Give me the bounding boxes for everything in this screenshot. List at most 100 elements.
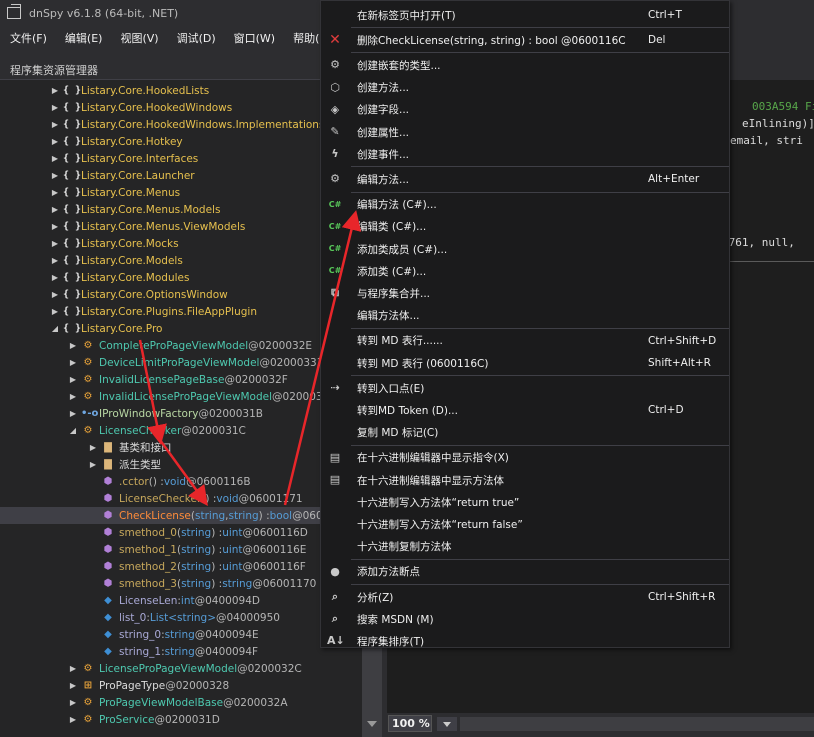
expander-icon[interactable]: ▶: [50, 273, 60, 282]
expander-icon[interactable]: ▶: [50, 120, 60, 129]
context-menu-item[interactable]: 复制 MD 标记(C): [321, 422, 729, 444]
context-menu-item[interactable]: C# 编辑类 (C#)...: [321, 216, 729, 238]
menu-item[interactable]: 窗口(W): [225, 30, 284, 46]
expander-icon[interactable]: ▶: [68, 375, 78, 384]
tree-row[interactable]: ▶{ } Listary.Core.Menus.ViewModels: [0, 218, 362, 235]
menu-item[interactable]: 文件(F): [0, 30, 56, 46]
context-menu-item[interactable]: 转到MD Token (D)... Ctrl+D: [321, 399, 729, 421]
expander-icon[interactable]: ◢: [68, 426, 78, 435]
context-menu-item[interactable]: C# 添加类成员 (C#)...: [321, 238, 729, 260]
tree-row[interactable]: ◆ list_0 : List<string> @04000950: [0, 609, 362, 626]
context-menu-item[interactable]: ⌕ 搜索 MSDN (M): [321, 608, 729, 630]
tree-row[interactable]: ▶ ⚙ ProService @0200031D: [0, 711, 362, 728]
expander-icon[interactable]: ▶: [88, 460, 98, 469]
expander-icon[interactable]: ▶: [68, 358, 78, 367]
expander-icon[interactable]: ▶: [50, 222, 60, 231]
tree-row[interactable]: ▶ ⚙ DeviceLimitProPageViewModel @02000333: [0, 354, 362, 371]
tree-row[interactable]: ▶ ⚙ CompleteProPageViewModel @0200032E: [0, 337, 362, 354]
tree-row[interactable]: ◆ string_1 : string @0400094F: [0, 643, 362, 660]
context-menu-item[interactable]: C# 添加类 (C#)...: [321, 260, 729, 282]
expander-icon[interactable]: ▶: [50, 256, 60, 265]
expander-icon[interactable]: ▶: [68, 392, 78, 401]
tree-row[interactable]: ▶{ } Listary.Core.HookedWindows: [0, 99, 362, 116]
context-menu-item[interactable]: A↓ 程序集排序(T): [321, 630, 729, 652]
context-menu-item[interactable]: ϟ 创建事件...: [321, 143, 729, 165]
tree-row[interactable]: ▶{ } Listary.Core.Launcher: [0, 167, 362, 184]
expander-icon[interactable]: ▶: [68, 698, 78, 707]
expander-icon[interactable]: ▶: [88, 443, 98, 452]
expander-icon[interactable]: ▶: [50, 103, 60, 112]
tree-row[interactable]: ▶{ } Listary.Core.Models: [0, 252, 362, 269]
context-menu-item[interactable]: ● 添加方法断点: [321, 561, 729, 583]
tree-row[interactable]: ▶{ } Listary.Core.Mocks: [0, 235, 362, 252]
expander-icon[interactable]: ▶: [50, 205, 60, 214]
tree-row[interactable]: ▶ ⚙ InvalidLicenseProPageViewModel @020003…: [0, 388, 362, 405]
context-menu-item[interactable]: 在新标签页中打开(T) Ctrl+T: [321, 4, 729, 26]
zoom-dropdown-icon[interactable]: [437, 717, 457, 731]
context-menu-item[interactable]: ✎ 创建属性...: [321, 121, 729, 143]
expander-icon[interactable]: ▶: [50, 188, 60, 197]
tree-row[interactable]: ⬢ smethod_3(string) : string @06001170: [0, 575, 362, 592]
context-menu-item[interactable]: 转到 MD 表行...... Ctrl+Shift+D: [321, 330, 729, 352]
context-menu-item[interactable]: ⇢ 转到入口点(E): [321, 377, 729, 399]
tree-row[interactable]: ▶{ } Listary.Core.Hotkey: [0, 133, 362, 150]
menu-item[interactable]: 视图(V): [111, 30, 167, 46]
context-menu-item[interactable]: ◈ 创建字段...: [321, 99, 729, 121]
context-menu-item[interactable]: ⚙ 创建嵌套的类型...: [321, 54, 729, 76]
tree-row[interactable]: ▶ ⚙ ProPageViewModelBase @0200032A: [0, 694, 362, 711]
zoom-select[interactable]: 100 %: [388, 715, 432, 732]
expander-icon[interactable]: ▶: [68, 409, 78, 418]
context-menu-item[interactable]: 编辑方法体...: [321, 305, 729, 327]
tree-row[interactable]: ⬢ LicenseChecker() : void @06001171: [0, 490, 362, 507]
tree-row[interactable]: ▶{ } Listary.Core.HookedWindows.Implement…: [0, 116, 362, 133]
expander-icon[interactable]: ▶: [50, 86, 60, 95]
tree-row[interactable]: ⬢ CheckLicense(string, string) : bool @06…: [0, 507, 362, 524]
tree-row[interactable]: ◢ ⚙ LicenseChecker @0200031C: [0, 422, 362, 439]
tree-row[interactable]: ⬢ .cctor() : void @0600116B: [0, 473, 362, 490]
context-menu-item[interactable]: 十六进制写入方法体“return true”: [321, 491, 729, 513]
context-menu-item[interactable]: ⧉ 与程序集合并...: [321, 282, 729, 304]
scroll-down-arrow-icon[interactable]: [367, 721, 377, 727]
tree-row[interactable]: ▶{ } Listary.Core.Menus: [0, 184, 362, 201]
expander-icon[interactable]: ▶: [50, 171, 60, 180]
tree-row[interactable]: ▶ ⚙ LicenseProPageViewModel @0200032C: [0, 660, 362, 677]
expander-icon[interactable]: ▶: [68, 715, 78, 724]
context-menu-item[interactable]: 十六进制写入方法体“return false”: [321, 513, 729, 535]
expander-icon[interactable]: ▶: [68, 681, 78, 690]
tree-row[interactable]: ⬢ smethod_0(string) : uint @0600116D: [0, 524, 362, 541]
tree-row[interactable]: ▶ •-o IProWindowFactory @0200031B: [0, 405, 362, 422]
menu-item[interactable]: 调试(D): [168, 30, 225, 46]
tree-row[interactable]: ▶{ } Listary.Core.Menus.Models: [0, 201, 362, 218]
tree-row[interactable]: ⬢ smethod_1(string) : uint @0600116E: [0, 541, 362, 558]
tree-row[interactable]: ▶ ▇ 派生类型: [0, 456, 362, 473]
tree-row[interactable]: ▶{ } Listary.Core.HookedLists: [0, 82, 362, 99]
expander-icon[interactable]: ▶: [50, 307, 60, 316]
expander-icon[interactable]: ▶: [50, 239, 60, 248]
context-menu-item[interactable]: ⌕ 分析(Z) Ctrl+Shift+R: [321, 586, 729, 608]
expander-icon[interactable]: ▶: [50, 290, 60, 299]
tree-row[interactable]: ▶{ } Listary.Core.Plugins.FileAppPlugin: [0, 303, 362, 320]
tree-row[interactable]: ⬢ smethod_2(string) : uint @0600116F: [0, 558, 362, 575]
menu-item[interactable]: 编辑(E): [56, 30, 112, 46]
expander-icon[interactable]: ◢: [50, 324, 60, 333]
context-menu-item[interactable]: ✕ 删除CheckLicense(string, string) : bool @…: [321, 29, 729, 51]
context-menu-item[interactable]: 十六进制复制方法体: [321, 536, 729, 558]
context-menu-item[interactable]: C# 编辑方法 (C#)...: [321, 194, 729, 216]
context-menu-item[interactable]: ▤ 在十六进制编辑器中显示指令(X): [321, 447, 729, 469]
expander-icon[interactable]: ▶: [68, 664, 78, 673]
context-menu-item[interactable]: ⬡ 创建方法...: [321, 77, 729, 99]
context-menu-item[interactable]: ▤ 在十六进制编辑器中显示方法体: [321, 469, 729, 491]
tree-row[interactable]: ▶ ▇ 基类和接口: [0, 439, 362, 456]
expander-icon[interactable]: ▶: [50, 154, 60, 163]
tree-row[interactable]: ◢{ } Listary.Core.Pro: [0, 320, 362, 337]
tree-row[interactable]: ▶{ } Listary.Core.Modules: [0, 269, 362, 286]
editor-horizontal-scrollbar[interactable]: [460, 717, 814, 731]
expander-icon[interactable]: ▶: [50, 137, 60, 146]
tree-row[interactable]: ◆ LicenseLen : int @0400094D: [0, 592, 362, 609]
tree-row[interactable]: ▶{ } Listary.Core.OptionsWindow: [0, 286, 362, 303]
tree-row[interactable]: ◆ string_0 : string @0400094E: [0, 626, 362, 643]
tree-row[interactable]: ▶{ } Listary.Core.Interfaces: [0, 150, 362, 167]
context-menu-item[interactable]: 转到 MD 表行 (0600116C) Shift+Alt+R: [321, 352, 729, 374]
tree-row[interactable]: ▶ ⊞ ProPageType @02000328: [0, 677, 362, 694]
expander-icon[interactable]: ▶: [68, 341, 78, 350]
